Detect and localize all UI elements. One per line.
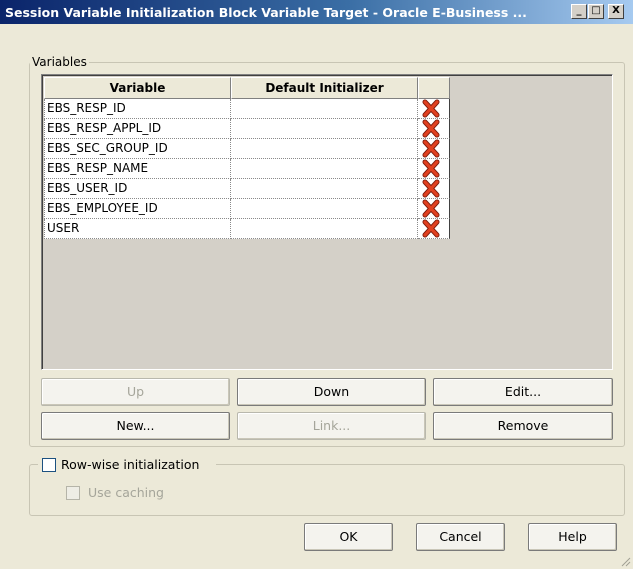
dialog-window: Session Variable Initialization Block Va… <box>0 0 633 569</box>
variable-cell[interactable]: EBS_USER_ID <box>44 179 231 199</box>
default-initializer-cell[interactable] <box>231 139 418 159</box>
cancel-button[interactable]: Cancel <box>416 523 505 551</box>
variables-rows: EBS_RESP_ID EBS_RESP_APPL_ID EBS_SEC_GROUP… <box>44 99 450 239</box>
variable-cell[interactable]: EBS_RESP_NAME <box>44 159 231 179</box>
default-initializer-cell[interactable] <box>231 119 418 139</box>
close-button[interactable]: X <box>608 4 624 19</box>
use-caching-label[interactable]: Use caching <box>88 485 164 500</box>
table-row[interactable]: EBS_RESP_APPL_ID <box>44 119 450 139</box>
default-initializer-cell[interactable] <box>231 179 418 199</box>
ok-button[interactable]: OK <box>304 523 393 551</box>
rowwise-checkbox[interactable] <box>42 458 56 472</box>
window-title: Session Variable Initialization Block Va… <box>5 5 527 20</box>
column-header-variable[interactable]: Variable <box>44 77 231 99</box>
variables-legend: Variables <box>32 55 87 69</box>
delete-icon[interactable] <box>422 219 440 238</box>
variable-cell[interactable]: USER <box>44 219 231 239</box>
up-button[interactable]: Up <box>41 378 230 406</box>
remove-button[interactable]: Remove <box>433 412 613 440</box>
resize-grip-icon[interactable] <box>620 556 631 567</box>
default-initializer-cell[interactable] <box>231 159 418 179</box>
delete-cell[interactable] <box>418 199 450 219</box>
delete-cell[interactable] <box>418 99 450 119</box>
delete-cell[interactable] <box>418 119 450 139</box>
delete-icon[interactable] <box>422 119 440 138</box>
rowwise-label[interactable]: Row-wise initialization <box>61 457 199 472</box>
variable-cell[interactable]: EBS_EMPLOYEE_ID <box>44 199 231 219</box>
table-row[interactable]: USER <box>44 219 450 239</box>
default-initializer-cell[interactable] <box>231 99 418 119</box>
delete-cell[interactable] <box>418 159 450 179</box>
variables-grid[interactable]: Variable Default Initializer EBS_RESP_ID… <box>41 74 613 370</box>
table-row[interactable]: EBS_EMPLOYEE_ID <box>44 199 450 219</box>
delete-icon[interactable] <box>422 199 440 218</box>
title-bar[interactable]: Session Variable Initialization Block Va… <box>0 0 633 24</box>
delete-icon[interactable] <box>422 179 440 198</box>
help-button[interactable]: Help <box>528 523 617 551</box>
delete-cell[interactable] <box>418 219 450 239</box>
variable-cell[interactable]: EBS_SEC_GROUP_ID <box>44 139 231 159</box>
delete-icon[interactable] <box>422 159 440 178</box>
variable-cell[interactable]: EBS_RESP_APPL_ID <box>44 119 231 139</box>
use-caching-checkbox[interactable] <box>66 486 80 500</box>
minimize-button[interactable]: _ <box>571 4 587 19</box>
delete-icon[interactable] <box>422 139 440 158</box>
edit-button[interactable]: Edit... <box>433 378 613 406</box>
rowwise-legend[interactable]: Row-wise initialization <box>38 457 216 473</box>
delete-cell[interactable] <box>418 139 450 159</box>
table-row[interactable]: EBS_SEC_GROUP_ID <box>44 139 450 159</box>
column-header-delete <box>418 77 450 99</box>
column-header-default-initializer[interactable]: Default Initializer <box>231 77 418 99</box>
link-button[interactable]: Link... <box>237 412 426 440</box>
maximize-button[interactable]: □ <box>588 4 604 19</box>
default-initializer-cell[interactable] <box>231 199 418 219</box>
table-row[interactable]: EBS_RESP_NAME <box>44 159 450 179</box>
table-row[interactable]: EBS_RESP_ID <box>44 99 450 119</box>
delete-cell[interactable] <box>418 179 450 199</box>
delete-icon[interactable] <box>422 99 440 118</box>
down-button[interactable]: Down <box>237 378 426 406</box>
table-row[interactable]: EBS_USER_ID <box>44 179 450 199</box>
new-button[interactable]: New... <box>41 412 230 440</box>
variable-cell[interactable]: EBS_RESP_ID <box>44 99 231 119</box>
default-initializer-cell[interactable] <box>231 219 418 239</box>
